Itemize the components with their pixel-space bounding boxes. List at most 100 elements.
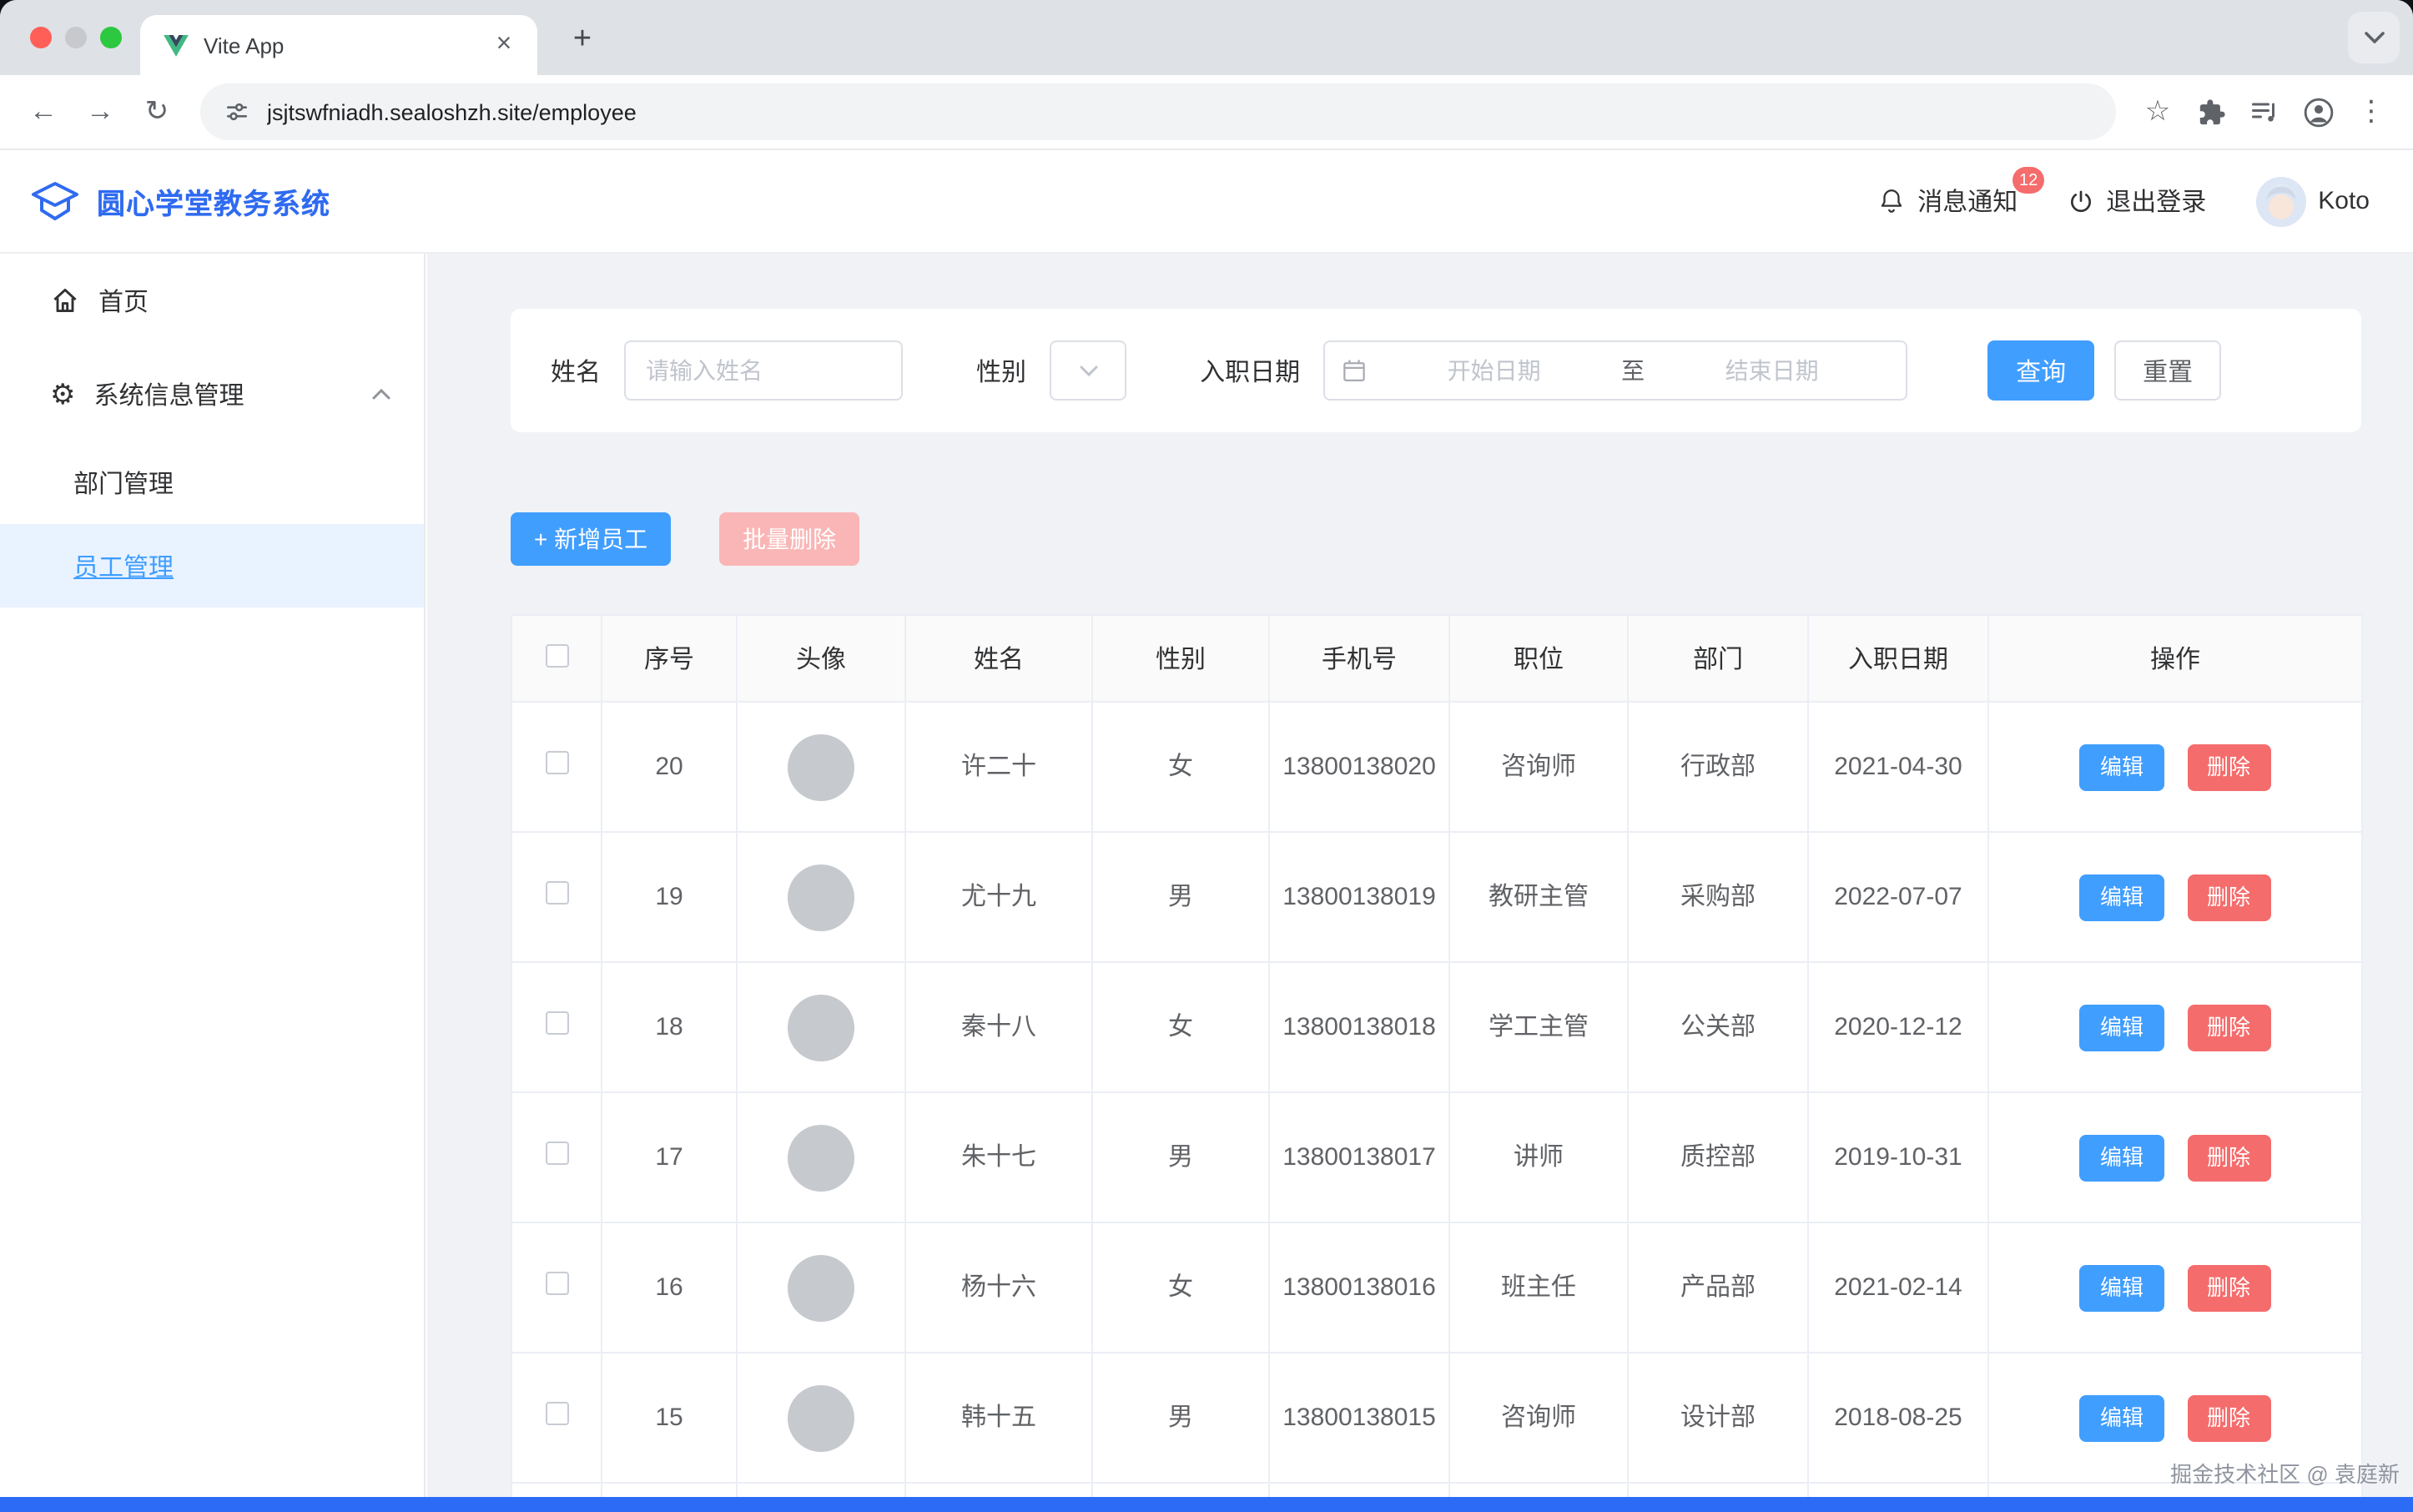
user-menu[interactable]: Koto (2256, 176, 2370, 226)
edit-button[interactable]: 编辑 (2080, 874, 2164, 920)
cell-name: 朱十七 (905, 1092, 1092, 1222)
tab-search-chevron-icon[interactable] (2348, 12, 2400, 63)
edit-button[interactable]: 编辑 (2080, 1134, 2164, 1181)
table-row: 17 朱十七 男 13800138017 讲师 质控部 2019-10-31 编… (511, 1092, 2362, 1222)
cell-name: 杨十六 (905, 1222, 1092, 1353)
row-checkbox[interactable] (545, 1142, 568, 1165)
logout-button[interactable]: 退出登录 (2068, 184, 2206, 219)
name-filter-label: 姓名 (551, 353, 601, 388)
edit-button[interactable]: 编辑 (2080, 1264, 2164, 1311)
sidebar-item-system-info[interactable]: ⚙ 系统信息管理 (0, 347, 424, 441)
table-row: 16 杨十六 女 13800138016 班主任 产品部 2021-02-14 … (511, 1222, 2362, 1353)
delete-button[interactable]: 删除 (2187, 1134, 2270, 1181)
window-close-button[interactable] (30, 27, 52, 48)
cell-position: 咨询师 (1449, 702, 1628, 832)
edit-button[interactable]: 编辑 (2080, 1394, 2164, 1441)
back-button[interactable]: ← (17, 85, 70, 139)
tab-strip: Vite App × + (0, 0, 2413, 75)
bookmark-star-icon[interactable]: ☆ (2133, 87, 2183, 137)
cell-gender: 女 (1092, 962, 1269, 1092)
col-header-hire-date: 入职日期 (1808, 615, 1988, 702)
power-icon (2068, 188, 2094, 214)
table-row: 15 韩十五 男 13800138015 咨询师 设计部 2018-08-25 … (511, 1353, 2362, 1483)
cell-department: 质控部 (1628, 1092, 1808, 1222)
cell-index: 20 (602, 702, 737, 832)
name-input[interactable] (624, 340, 903, 401)
username: Koto (2318, 187, 2370, 215)
edit-button[interactable]: 编辑 (2080, 743, 2164, 790)
gender-select[interactable] (1050, 340, 1126, 401)
date-separator: 至 (1621, 354, 1645, 387)
gear-icon: ⚙ (50, 380, 76, 408)
employee-avatar (788, 1124, 854, 1191)
url-bar[interactable]: jsjtswfniadh.sealoshzh.site/employee (200, 83, 2116, 140)
cell-index: 19 (602, 832, 737, 962)
row-checkbox[interactable] (545, 1272, 568, 1295)
delete-button[interactable]: 删除 (2187, 743, 2270, 790)
employee-avatar (788, 994, 854, 1061)
gender-filter-label: 性别 (976, 353, 1026, 388)
cell-avatar (737, 1092, 905, 1222)
forward-button[interactable]: → (73, 85, 127, 139)
browser-profile-icon[interactable] (2293, 87, 2343, 137)
cell-avatar (737, 962, 905, 1092)
col-header-phone: 手机号 (1269, 615, 1449, 702)
select-all-checkbox[interactable] (545, 643, 568, 667)
cell-select (511, 702, 602, 832)
bell-icon (1877, 187, 1906, 215)
browser-tab[interactable]: Vite App × (140, 15, 537, 75)
action-row: + 新增员工 批量删除 (511, 512, 2361, 566)
tab-close-icon[interactable]: × (487, 28, 521, 62)
browser-menu-icon[interactable]: ⋮ (2346, 87, 2396, 137)
cell-index: 16 (602, 1222, 737, 1353)
delete-button[interactable]: 删除 (2187, 1394, 2270, 1441)
chevron-up-icon (372, 388, 390, 400)
url-text[interactable]: jsjtswfniadh.sealoshzh.site/employee (267, 99, 2093, 124)
row-checkbox[interactable] (545, 1402, 568, 1425)
media-controls-icon[interactable] (2239, 87, 2290, 137)
delete-button[interactable]: 删除 (2187, 1004, 2270, 1051)
cell-position: 学工主管 (1449, 962, 1628, 1092)
user-avatar (2256, 176, 2306, 226)
reset-button[interactable]: 重置 (2114, 340, 2221, 401)
employee-avatar (788, 864, 854, 930)
row-checkbox[interactable] (545, 751, 568, 774)
cell-position: 班主任 (1449, 1222, 1628, 1353)
cell-avatar (737, 1353, 905, 1483)
cell-hire-date: 2018-08-25 (1808, 1353, 1988, 1483)
employee-table-card: 序号 头像 姓名 性别 手机号 职位 部门 入职日期 操作 (511, 614, 2361, 1512)
cell-name: 秦十八 (905, 962, 1092, 1092)
cell-hire-date: 2019-10-31 (1808, 1092, 1988, 1222)
notifications-button[interactable]: 消息通知 12 (1877, 184, 2018, 219)
date-range-picker[interactable]: 至 (1323, 340, 1907, 401)
cell-select (511, 1222, 602, 1353)
start-date-input[interactable] (1377, 357, 1611, 384)
sidebar-item-department[interactable]: 部门管理 (0, 441, 424, 524)
add-employee-button[interactable]: + 新增员工 (511, 512, 671, 566)
end-date-input[interactable] (1655, 357, 1889, 384)
table-row: 19 尤十九 男 13800138019 教研主管 采购部 2022-07-07… (511, 832, 2362, 962)
cell-select (511, 962, 602, 1092)
traffic-lights (30, 0, 122, 75)
window-minimize-button[interactable] (65, 27, 87, 48)
cell-position: 教研主管 (1449, 832, 1628, 962)
cell-actions: 编辑删除 (1988, 962, 2362, 1092)
sidebar-item-employee[interactable]: 员工管理 (0, 524, 424, 607)
col-header-actions: 操作 (1988, 615, 2362, 702)
sidebar-item-home[interactable]: 首页 (0, 254, 424, 347)
cell-avatar (737, 702, 905, 832)
site-info-icon[interactable] (224, 98, 250, 125)
search-button[interactable]: 查询 (1987, 340, 2094, 401)
window-zoom-button[interactable] (100, 27, 122, 48)
vue-favicon-icon (164, 34, 189, 56)
reload-button[interactable]: ↻ (130, 85, 184, 139)
batch-delete-button[interactable]: 批量删除 (719, 512, 859, 566)
delete-button[interactable]: 删除 (2187, 874, 2270, 920)
extensions-icon[interactable] (2186, 87, 2236, 137)
row-checkbox[interactable] (545, 1011, 568, 1035)
cell-index: 18 (602, 962, 737, 1092)
delete-button[interactable]: 删除 (2187, 1264, 2270, 1311)
new-tab-button[interactable]: + (557, 15, 607, 65)
row-checkbox[interactable] (545, 881, 568, 905)
edit-button[interactable]: 编辑 (2080, 1004, 2164, 1051)
